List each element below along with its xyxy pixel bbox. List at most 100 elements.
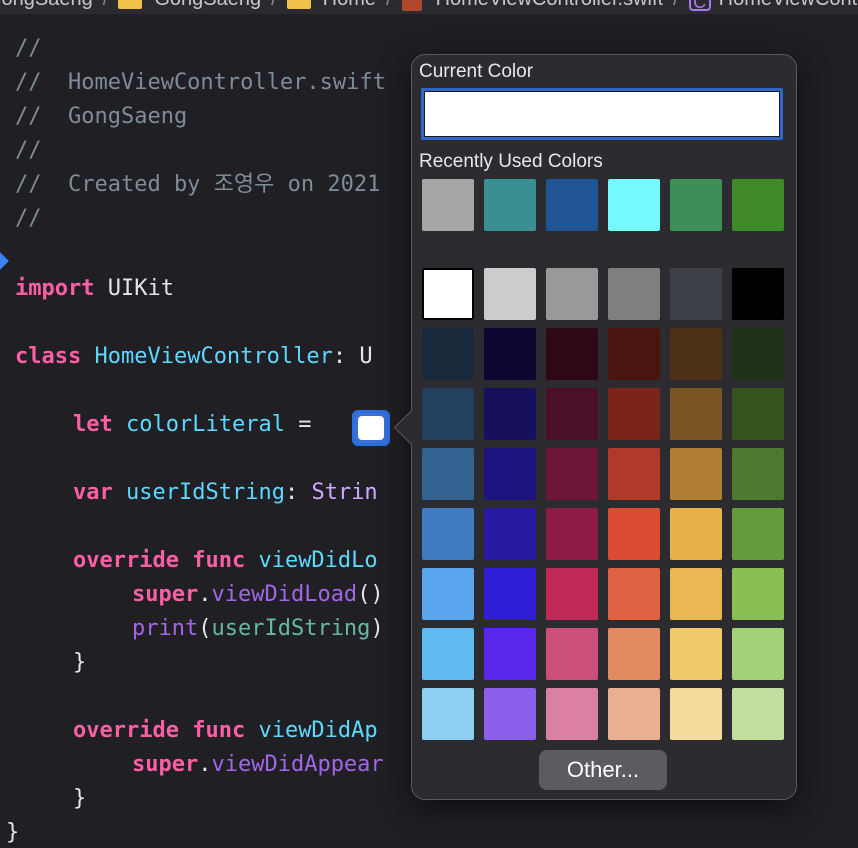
- breadcrumb-item-group[interactable]: GongSaeng: [118, 0, 261, 11]
- palette-color-swatch[interactable]: [422, 628, 474, 680]
- palette-color-swatch[interactable]: [422, 328, 474, 380]
- type-name: Strin: [311, 480, 378, 505]
- code-text: :: [284, 480, 312, 505]
- palette-color-swatch[interactable]: [546, 568, 598, 620]
- code-text: (): [357, 582, 384, 607]
- palette-color-swatch[interactable]: [732, 508, 784, 560]
- palette-color-swatch[interactable]: [670, 328, 722, 380]
- palette-color-swatch[interactable]: [546, 508, 598, 560]
- function-call: print: [132, 616, 199, 641]
- recent-color-swatch[interactable]: [484, 179, 536, 231]
- palette-color-swatch[interactable]: [732, 448, 784, 500]
- breadcrumb-item-home[interactable]: Home: [286, 0, 376, 11]
- palette-color-swatch[interactable]: [422, 508, 474, 560]
- palette-color-swatch[interactable]: [608, 688, 660, 740]
- palette-color-swatch[interactable]: [670, 688, 722, 740]
- other-colors-button[interactable]: Other...: [539, 750, 667, 790]
- code-line: //: [15, 34, 42, 64]
- recent-color-swatch[interactable]: [670, 179, 722, 231]
- palette-color-swatch[interactable]: [546, 688, 598, 740]
- property-name: userIdString: [126, 480, 285, 505]
- palette-color-swatch[interactable]: [546, 628, 598, 680]
- palette-color-swatch[interactable]: [670, 448, 722, 500]
- palette-color-swatch[interactable]: [484, 448, 536, 500]
- keyword: override: [73, 548, 179, 573]
- palette-color-swatch[interactable]: [546, 388, 598, 440]
- swift-file-icon: [401, 0, 422, 11]
- recent-color-swatch[interactable]: [422, 179, 474, 231]
- keyword: super: [132, 582, 199, 607]
- code-text: : U: [332, 344, 373, 369]
- keyword: func: [192, 548, 246, 573]
- code-text: ): [370, 616, 384, 641]
- palette-color-swatch[interactable]: [732, 268, 784, 320]
- keyword: let: [73, 412, 113, 437]
- code-line-brace: }: [6, 818, 19, 848]
- palette-color-swatch[interactable]: [670, 388, 722, 440]
- recent-color-swatch[interactable]: [608, 179, 660, 231]
- palette-color-swatch[interactable]: [670, 508, 722, 560]
- palette-color-swatch[interactable]: [608, 328, 660, 380]
- palette-color-swatch[interactable]: [608, 268, 660, 320]
- breadcrumb-separator: /: [271, 0, 277, 11]
- palette-color-swatch[interactable]: [670, 628, 722, 680]
- palette-color-swatch[interactable]: [422, 268, 474, 320]
- color-literal-swatch[interactable]: [352, 410, 390, 446]
- folder-icon: [286, 0, 311, 9]
- palette-color-swatch[interactable]: [484, 688, 536, 740]
- code-line-super: super.viewDidAppear: [132, 752, 384, 777]
- palette-color-swatch[interactable]: [608, 388, 660, 440]
- comment-text: //: [15, 138, 42, 163]
- palette-color-swatch[interactable]: [608, 508, 660, 560]
- recent-color-swatch[interactable]: [546, 179, 598, 231]
- palette-color-swatch[interactable]: [670, 568, 722, 620]
- palette-color-swatch[interactable]: [484, 388, 536, 440]
- code-line-var: var userIdString: Strin: [73, 478, 378, 508]
- argument: userIdString: [211, 616, 371, 641]
- palette-color-swatch[interactable]: [422, 688, 474, 740]
- palette-color-swatch[interactable]: [608, 568, 660, 620]
- recent-color-swatch[interactable]: [732, 179, 784, 231]
- property-name: colorLiteral: [126, 412, 285, 437]
- current-color-well[interactable]: [421, 88, 783, 140]
- breadcrumb-item-class[interactable]: C HomeViewController: [688, 0, 858, 12]
- palette-color-swatch[interactable]: [484, 508, 536, 560]
- module-name: UIKit: [107, 276, 174, 301]
- code-line-import: import UIKit: [15, 274, 174, 304]
- palette-color-swatch[interactable]: [422, 448, 474, 500]
- palette-color-swatch[interactable]: [484, 268, 536, 320]
- palette-color-swatch[interactable]: [732, 568, 784, 620]
- breadcrumb-item-file[interactable]: HomeViewController.swift: [401, 0, 663, 11]
- code-text: (: [198, 616, 212, 641]
- palette-color-swatch[interactable]: [546, 268, 598, 320]
- palette-color-swatch[interactable]: [732, 688, 784, 740]
- palette-color-swatch[interactable]: [484, 328, 536, 380]
- code-line: // GongSaeng: [15, 102, 187, 132]
- palette-color-swatch[interactable]: [484, 568, 536, 620]
- code-line-brace: }: [73, 784, 86, 814]
- breadcrumb-separator: /: [386, 0, 392, 11]
- palette-color-swatch[interactable]: [422, 568, 474, 620]
- palette-color-swatch[interactable]: [608, 628, 660, 680]
- breadcrumb-item-project[interactable]: GongSaeng: [0, 0, 93, 11]
- folder-icon: [118, 0, 143, 9]
- palette-color-swatch[interactable]: [608, 448, 660, 500]
- palette-color-swatch[interactable]: [546, 328, 598, 380]
- palette-color-swatch[interactable]: [422, 388, 474, 440]
- palette-color-swatch[interactable]: [484, 628, 536, 680]
- keyword: super: [132, 752, 199, 777]
- code-text: =: [284, 412, 325, 437]
- comment-text: //: [15, 36, 42, 61]
- palette-color-swatch[interactable]: [732, 328, 784, 380]
- breakpoint-marker[interactable]: [0, 251, 9, 271]
- code-line: // HomeViewController.swift: [15, 68, 386, 98]
- palette-color-swatch[interactable]: [670, 268, 722, 320]
- method-call: viewDidLoad: [211, 582, 358, 607]
- palette-color-swatch[interactable]: [546, 448, 598, 500]
- code-text: }: [6, 820, 20, 845]
- code-text: }: [73, 650, 87, 675]
- palette-color-swatch[interactable]: [732, 628, 784, 680]
- keyword: var: [73, 480, 113, 505]
- function-name: viewDidLo: [258, 548, 378, 573]
- palette-color-swatch[interactable]: [732, 388, 784, 440]
